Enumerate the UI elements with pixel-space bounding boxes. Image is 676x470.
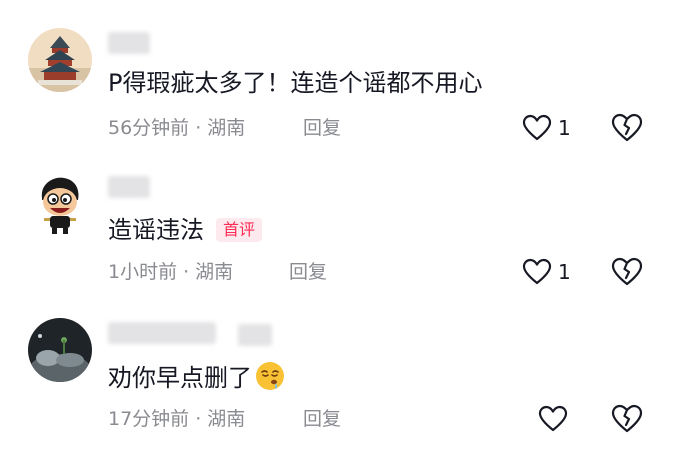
like-button[interactable] xyxy=(538,403,574,435)
meta-separator: · xyxy=(183,261,190,283)
comment-content: P得瑕疵太多了！连造个谣都不用心 xyxy=(108,69,483,97)
comment-text: 劝你早点删了 xyxy=(108,360,286,393)
username-badge xyxy=(238,324,272,346)
broken-heart-icon xyxy=(611,257,643,286)
meta-separator: · xyxy=(195,117,202,139)
like-button[interactable]: 1 xyxy=(522,256,571,288)
like-button[interactable]: 1 xyxy=(522,112,571,144)
reply-button[interactable]: 回复 xyxy=(303,116,341,140)
comment-content: 劝你早点删了 xyxy=(108,364,252,392)
reply-button[interactable]: 回复 xyxy=(289,260,327,284)
first-comment-badge: 首评 xyxy=(216,218,263,242)
location: 湖南 xyxy=(195,261,234,283)
broken-heart-icon xyxy=(611,404,643,433)
timestamp: 56分钟前 xyxy=(108,117,190,139)
dislike-button[interactable] xyxy=(610,403,644,435)
username[interactable] xyxy=(108,32,150,54)
username[interactable] xyxy=(108,322,216,344)
comment-content: 造谣违法 xyxy=(108,216,204,244)
heart-outline-icon xyxy=(538,405,568,432)
comment-meta: 17分钟前 · 湖南 xyxy=(108,407,245,431)
location: 湖南 xyxy=(207,408,246,430)
avatar[interactable] xyxy=(28,318,92,382)
avatar[interactable] xyxy=(28,172,92,236)
comment-text: P得瑕疵太多了！连造个谣都不用心 xyxy=(108,68,482,98)
comment-meta: 1小时前 · 湖南 xyxy=(108,260,233,284)
temple-of-heaven-avatar-icon xyxy=(28,28,92,92)
dark-scene-avatar-icon xyxy=(28,318,92,382)
heart-outline-icon xyxy=(522,114,552,141)
like-count: 1 xyxy=(558,116,571,140)
meta-separator: · xyxy=(195,408,202,430)
drooling-face-emoji-icon xyxy=(256,362,284,390)
dislike-button[interactable] xyxy=(610,256,644,288)
avatar[interactable] xyxy=(28,28,92,92)
timestamp: 17分钟前 xyxy=(108,408,190,430)
comment-text: 造谣违法 首评 xyxy=(108,215,263,245)
like-count: 1 xyxy=(558,260,571,284)
username[interactable] xyxy=(108,176,150,198)
heart-outline-icon xyxy=(522,258,552,285)
location: 湖南 xyxy=(207,117,246,139)
reply-button[interactable]: 回复 xyxy=(303,407,341,431)
comment-meta: 56分钟前 · 湖南 xyxy=(108,116,245,140)
timestamp: 1小时前 xyxy=(108,261,178,283)
broken-heart-icon xyxy=(611,113,643,142)
cartoon-character-avatar-icon xyxy=(28,172,92,236)
dislike-button[interactable] xyxy=(610,112,644,144)
